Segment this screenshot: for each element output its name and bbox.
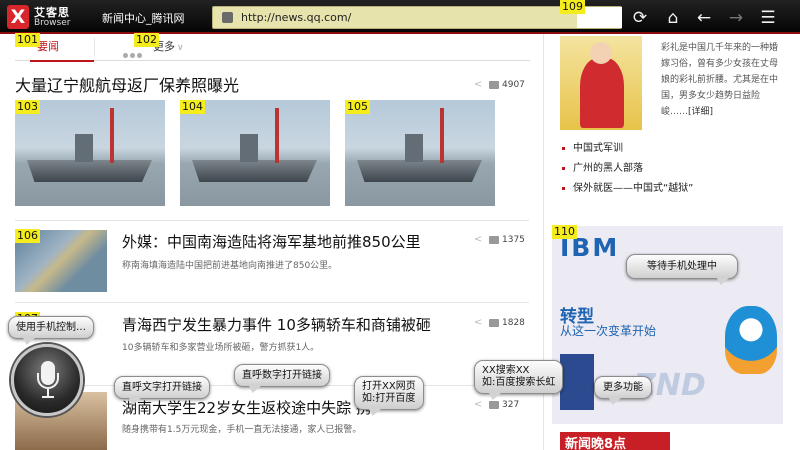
article-summary-1: 称南海填海造陆中国把前进基地向南推进了850公里。: [122, 261, 338, 271]
ship-tower: [75, 134, 93, 162]
bottom-banner[interactable]: 新闻晚8点: [560, 432, 670, 450]
divider: [15, 302, 529, 303]
ship-shape: [27, 160, 152, 182]
article-title-1[interactable]: 外媒：中国南海造陆将海军基地前推850公里: [122, 231, 421, 252]
menu-icon[interactable]: ☰: [758, 8, 778, 28]
hint-badge-110: 110: [552, 225, 577, 239]
sidebar-item-1[interactable]: 中国式军训: [562, 139, 623, 154]
refresh-icon[interactable]: ⟳: [630, 8, 650, 28]
mic-stem: [47, 389, 49, 396]
browser-toolbar: X 艾客思 Browser 新闻中心_腾讯网 http://news.qq.co…: [0, 0, 800, 34]
sidebar-description: 彩礼是中国几千年来的一种婚嫁习俗，曾有多少女孩在丈母娘的彩礼前折腰。尤其是在中国…: [661, 43, 779, 117]
carrier-photo-1[interactable]: [15, 100, 165, 206]
bubble-tail: [489, 393, 501, 400]
detail-link[interactable]: [详细]: [688, 107, 713, 117]
carrier-photo-2[interactable]: [180, 100, 330, 206]
head-shape: [590, 42, 612, 64]
carrier-photo-3[interactable]: [345, 100, 495, 206]
share-icon: <: [474, 399, 483, 410]
bullet-icon: [562, 166, 565, 170]
microphone-icon: [37, 361, 59, 399]
logo-x-icon: X: [7, 5, 29, 29]
dress-shape: [580, 58, 624, 128]
article-comment-count-3[interactable]: <327: [474, 400, 519, 414]
hint-badge-105: 105: [345, 100, 370, 114]
voice-hint-control[interactable]: 使用手机控制…: [8, 316, 94, 345]
ad-product-box: [560, 354, 594, 410]
voice-hint-waiting[interactable]: 等待手机处理中: [626, 254, 738, 285]
forward-icon[interactable]: →: [726, 8, 746, 28]
tab-active-indicator: [30, 60, 94, 62]
comment-icon: [489, 80, 499, 89]
article-summary-3: 随身携带有1.5万元现金，手机一直无法接通，家人已报警。: [122, 425, 362, 435]
browser-logo[interactable]: X 艾客思 Browser: [4, 3, 70, 31]
share-icon: <: [474, 234, 483, 245]
comment-icon: [489, 318, 499, 327]
mic-base: [42, 396, 54, 398]
browser-window: X 艾客思 Browser 新闻中心_腾讯网 http://news.qq.co…: [0, 0, 800, 450]
bubble-tail: [249, 386, 261, 393]
voice-hint-open-page[interactable]: 打开XX网页 如:打开百度: [354, 376, 424, 416]
tab-divider: [94, 38, 95, 56]
article-comment-count-2[interactable]: <1828: [474, 318, 525, 332]
hint-badge-101: 101: [15, 33, 40, 47]
sidebar-item-3[interactable]: 保外就医——中国式“越狱”: [562, 179, 693, 194]
article-title-2[interactable]: 青海西宁发生暴力事件 10多辆轿车和商铺被砸: [122, 314, 431, 335]
hint-badge-106: 106: [15, 229, 40, 243]
hint-badge-103: 103: [15, 100, 40, 114]
ship-tower: [240, 134, 258, 162]
article-title-3[interactable]: 湖南大学生22岁女生返校途中失踪 携: [122, 397, 371, 418]
sidebar-item-2[interactable]: 广州的黑人部落: [562, 159, 643, 174]
chevron-down-icon: ∨: [177, 43, 184, 53]
bullet-icon: [562, 186, 565, 190]
favicon-icon: [222, 12, 233, 23]
headline-comment-count[interactable]: <4907: [474, 80, 525, 94]
back-icon[interactable]: ←: [694, 8, 714, 28]
home-icon[interactable]: ⌂: [663, 8, 683, 28]
crane-shape: [440, 108, 444, 163]
mic-arc: [37, 373, 59, 389]
robot-mascot: [725, 306, 777, 374]
voice-hint-number-link[interactable]: 直呼数字打开链接: [234, 364, 330, 393]
hint-badge-102: 102: [134, 33, 159, 47]
page-title: 新闻中心_腾讯网: [102, 12, 185, 25]
voice-hint-search[interactable]: XX搜索XX 如:百度搜索长虹: [474, 360, 564, 400]
hint-badge-104: 104: [180, 100, 205, 114]
share-icon: <: [474, 79, 483, 90]
bullet-icon: [562, 146, 565, 150]
comment-icon: [489, 235, 499, 244]
logo-sub: Browser: [34, 18, 71, 28]
comment-icon: [489, 400, 499, 409]
voice-mic-button[interactable]: [11, 344, 83, 416]
headline-title[interactable]: 大量辽宁舰航母返厂保养照曝光: [15, 72, 239, 96]
ship-tower: [405, 134, 423, 162]
crane-shape: [110, 108, 114, 163]
crane-shape: [275, 108, 279, 163]
news-tabs: 要闻 更多 ∨: [15, 34, 530, 62]
tab-news[interactable]: 要闻: [37, 38, 59, 54]
ship-shape: [192, 160, 317, 182]
divider: [15, 220, 529, 221]
ship-shape: [357, 160, 482, 182]
article-comment-count-1[interactable]: <1375: [474, 235, 525, 249]
voice-hint-text-link[interactable]: 直呼文字打开链接: [114, 376, 210, 405]
bubble-tail: [23, 338, 35, 345]
share-icon: <: [474, 317, 483, 328]
hint-badge-109: 109: [560, 0, 585, 14]
voice-hint-more[interactable]: 更多功能: [594, 376, 652, 405]
article-summary-2: 10多辆轿车和多家营业场所被砸，警方抓获1人。: [122, 343, 320, 353]
bride-photo[interactable]: [560, 36, 642, 130]
url-text[interactable]: http://news.qq.com/: [241, 11, 351, 24]
ad-tagline: 从这一次变革开始: [560, 324, 657, 338]
